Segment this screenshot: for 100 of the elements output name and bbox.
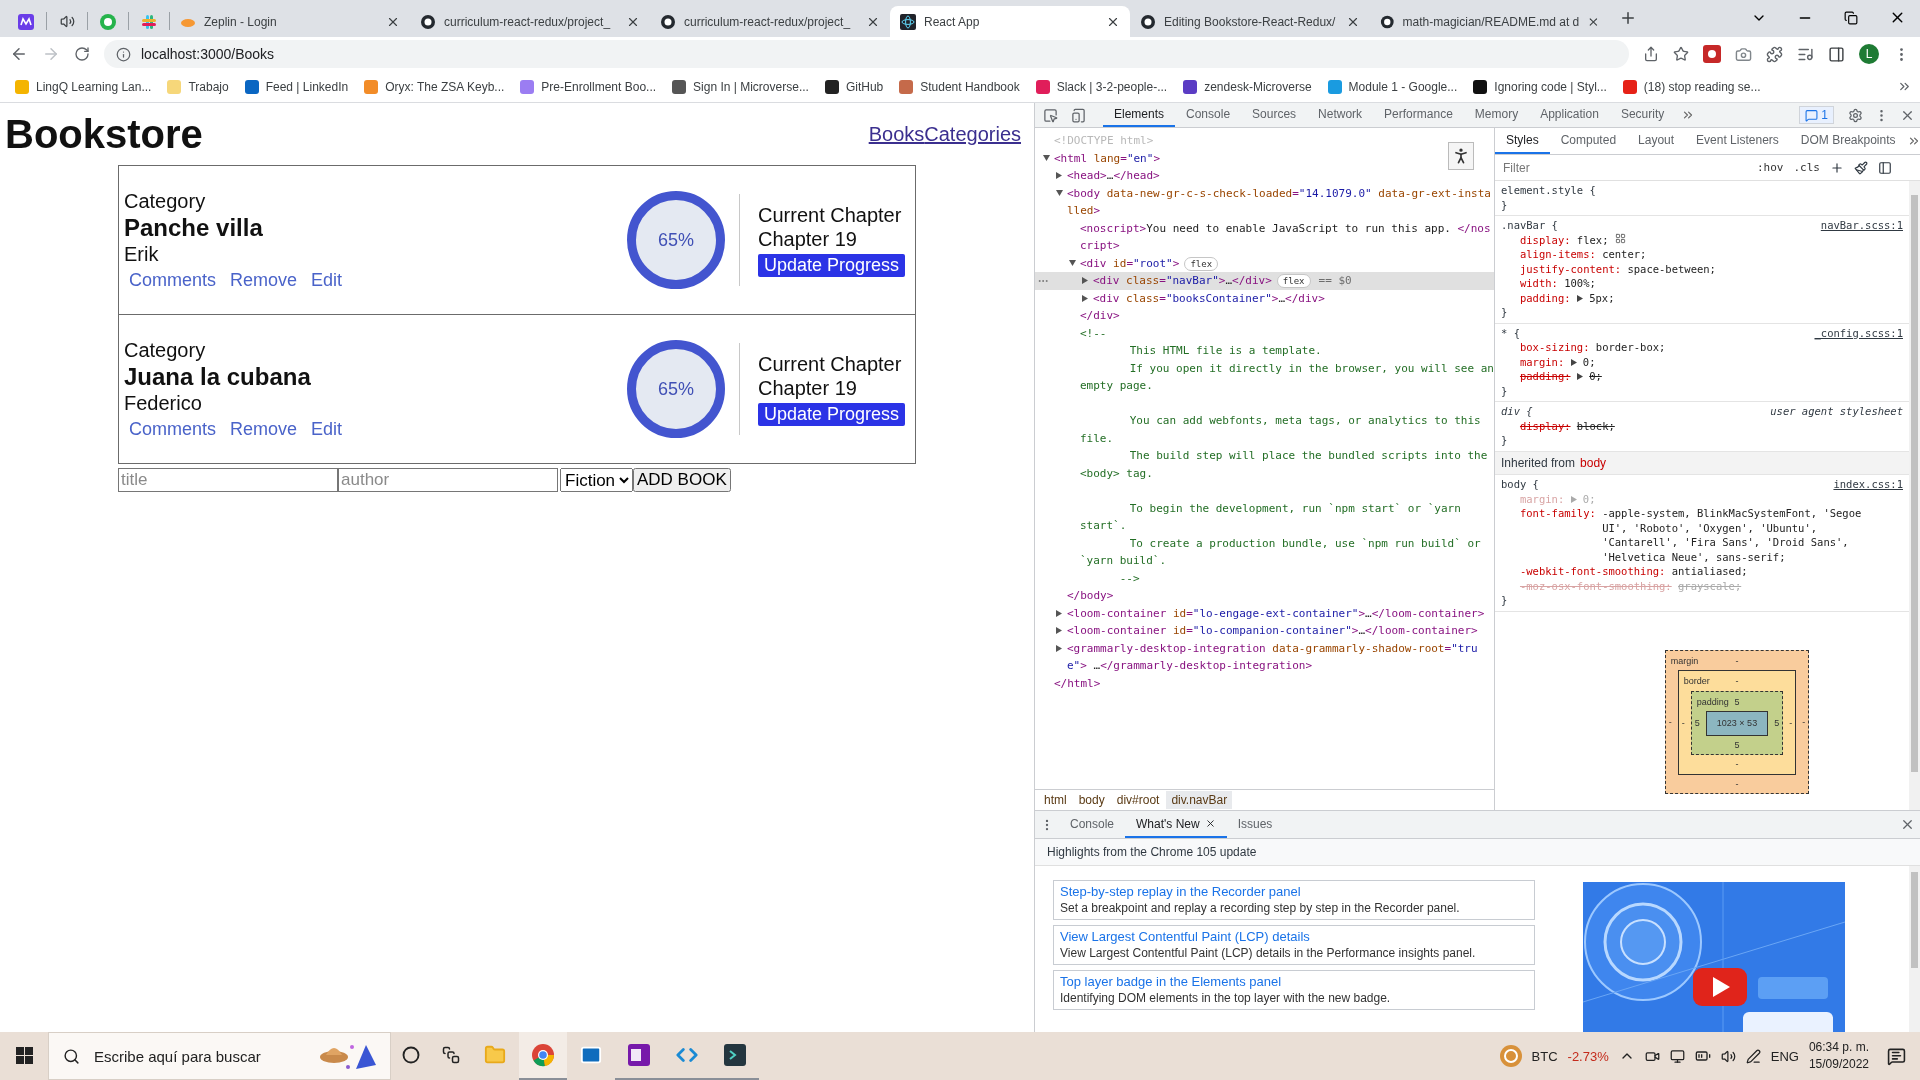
accessibility-button[interactable] [1448, 142, 1474, 170]
notification-icon[interactable] [1887, 1046, 1906, 1066]
language-indicator[interactable]: ENG [1770, 1048, 1799, 1064]
styles-tab[interactable]: Event Listeners [1685, 128, 1790, 154]
bookmark[interactable]: LingQ Learning Lan... [8, 75, 159, 98]
layout-badge[interactable]: flex [1184, 256, 1219, 271]
devtools-tab[interactable]: Memory [1463, 103, 1530, 127]
caret-icon[interactable] [1082, 277, 1089, 284]
dom-node[interactable]: <div class="navBar">…</div> flex == $0 [1035, 272, 1494, 290]
devtools-tab[interactable]: Console [1175, 103, 1242, 127]
bookmark[interactable]: Oryx: The ZSA Keyb... [357, 75, 512, 98]
bookmark[interactable]: (18) stop reading se... [1615, 75, 1768, 98]
bookmark[interactable]: Trabajo [160, 75, 236, 98]
bookmark[interactable]: Ignoring code | Styl... [1466, 75, 1614, 98]
breadcrumb[interactable]: div#root [1111, 791, 1165, 809]
bookmark[interactable]: Slack | 3-2-people-... [1028, 75, 1175, 98]
styles-tab[interactable]: Computed [1549, 128, 1628, 154]
extension-icon[interactable] [1703, 45, 1721, 63]
feature-link[interactable]: Top layer badge in the Elements panel [1060, 974, 1528, 989]
browser-tab[interactable]: Zeplin - Login [170, 6, 410, 37]
dom-node[interactable]: <div class="booksContainer">…</div> [1035, 289, 1494, 307]
action-link[interactable]: Edit [311, 270, 343, 291]
action-link[interactable]: Comments [129, 419, 217, 440]
drawer-tab[interactable]: Console [1059, 811, 1126, 838]
device-icon[interactable] [1070, 107, 1086, 123]
dom-node[interactable]: <grammarly-desktop-integration data-grammarly-shadow-root="true"> …</grammarly-desktop-integration> [1035, 639, 1494, 675]
styles-tab[interactable]: Styles [1495, 128, 1550, 154]
add-rule-icon[interactable] [1830, 160, 1844, 175]
caret-icon[interactable] [1056, 172, 1063, 179]
paintbrush-icon[interactable] [1854, 160, 1868, 175]
caret-icon[interactable] [1043, 154, 1050, 162]
browser-tab[interactable]: Editing Bookstore-React-Redux/ [1130, 6, 1370, 37]
browser-tab[interactable]: curriculum-react-redux/project_ [410, 6, 650, 37]
profile-avatar[interactable]: L [1859, 44, 1879, 64]
action-link[interactable]: Remove [230, 419, 298, 440]
caret-icon[interactable] [1576, 294, 1583, 302]
action-link[interactable]: Comments [129, 270, 217, 291]
bookmark[interactable]: Student Handbook [892, 75, 1027, 98]
network-icon[interactable] [1669, 1048, 1685, 1064]
star-icon[interactable] [1673, 46, 1689, 62]
bookmark[interactable]: Feed | LinkedIn [237, 75, 356, 98]
devtools-tab[interactable]: Elements [1103, 103, 1176, 127]
breadcrumb[interactable]: body [1073, 791, 1110, 809]
grid-editor-icon[interactable] [1614, 232, 1626, 244]
author-input[interactable]: author [338, 468, 558, 492]
update-progress-button[interactable]: Update Progress [758, 403, 906, 426]
clock[interactable]: 06:34 p. m. 15/09/2022 [1808, 1039, 1869, 1073]
caret-icon[interactable] [1056, 627, 1063, 634]
share-icon[interactable] [1643, 46, 1659, 62]
caret-icon[interactable] [1056, 609, 1063, 617]
bookmark[interactable]: Pre-Enrollment Boo... [513, 75, 664, 98]
source-link[interactable]: _config.scss:1 [1814, 325, 1903, 340]
action-link[interactable]: Edit [311, 419, 343, 440]
devtools-tab[interactable]: Security [1609, 103, 1676, 127]
nav-link[interactable]: Categories [924, 123, 1021, 146]
hover-toggle[interactable]: :hov [1757, 161, 1784, 174]
devtools-tab[interactable]: Sources [1241, 103, 1308, 127]
layout-badge[interactable]: flex [1276, 274, 1311, 288]
browser-tab[interactable]: React App [890, 6, 1130, 37]
sidebar-toggle-icon[interactable] [1878, 160, 1892, 175]
caret-icon[interactable] [1056, 189, 1063, 197]
side-panel-icon[interactable] [1828, 45, 1845, 63]
bookmark[interactable]: GitHub [817, 75, 891, 98]
scrollbar[interactable] [1909, 181, 1920, 810]
dom-node[interactable]: <loom-container id="lo-companion-container">…</loom-container> [1035, 622, 1494, 640]
action-link[interactable]: Remove [230, 270, 298, 291]
source-link[interactable]: index.css:1 [1833, 477, 1903, 492]
bookmark[interactable]: Module 1 - Google... [1320, 75, 1465, 98]
devtools-tab[interactable]: Performance [1373, 103, 1464, 127]
dom-node[interactable]: <loom-container id="lo-engage-ext-container">…</loom-container> [1035, 604, 1494, 622]
breadcrumb[interactable]: html [1039, 791, 1072, 809]
address-bar[interactable]: localhost:3000/Books [104, 40, 1629, 68]
bookmark[interactable]: zendesk-Microverse [1176, 75, 1319, 98]
dom-node[interactable]: <html lang="en"> [1035, 149, 1494, 167]
browser-tab[interactable]: curriculum-react-redux/project_ [650, 6, 890, 37]
caret-icon[interactable] [1056, 644, 1063, 652]
drawer-tab[interactable]: Issues [1226, 811, 1284, 838]
feature-link[interactable]: View Largest Contentful Paint (LCP) details [1060, 929, 1528, 944]
category-select[interactable]: Fiction [560, 468, 633, 492]
reload-icon[interactable] [74, 46, 90, 62]
source-link[interactable]: navBar.scss:1 [1820, 218, 1903, 233]
dom-node[interactable]: <div id="root"> flex [1035, 254, 1494, 272]
scrollbar[interactable] [1909, 866, 1920, 1032]
caret-icon[interactable] [1069, 259, 1076, 267]
title-input[interactable]: title [118, 468, 338, 492]
settings-icon[interactable] [1847, 107, 1863, 123]
add-book-button[interactable]: ADD BOOK [633, 468, 731, 492]
restore-icon[interactable] [1844, 10, 1858, 25]
puzzle-icon[interactable] [1766, 45, 1783, 63]
devtools-tab[interactable]: Network [1307, 103, 1374, 127]
pen-icon[interactable] [1745, 1048, 1761, 1064]
devtools-tab[interactable]: Application [1529, 103, 1610, 127]
styles-tab[interactable]: Layout [1627, 128, 1686, 154]
issues-button[interactable]: 1 [1799, 106, 1834, 124]
dom-node[interactable]: <noscript>You need to enable JavaScript to run this app. </noscript> [1035, 219, 1494, 255]
caret-icon[interactable] [1082, 294, 1089, 302]
styles-tab[interactable]: DOM Breakpoints [1789, 128, 1907, 154]
breadcrumb[interactable]: div.navBar [1166, 791, 1233, 809]
coin-icon[interactable] [1499, 1045, 1522, 1067]
battery-icon[interactable] [1694, 1048, 1711, 1064]
